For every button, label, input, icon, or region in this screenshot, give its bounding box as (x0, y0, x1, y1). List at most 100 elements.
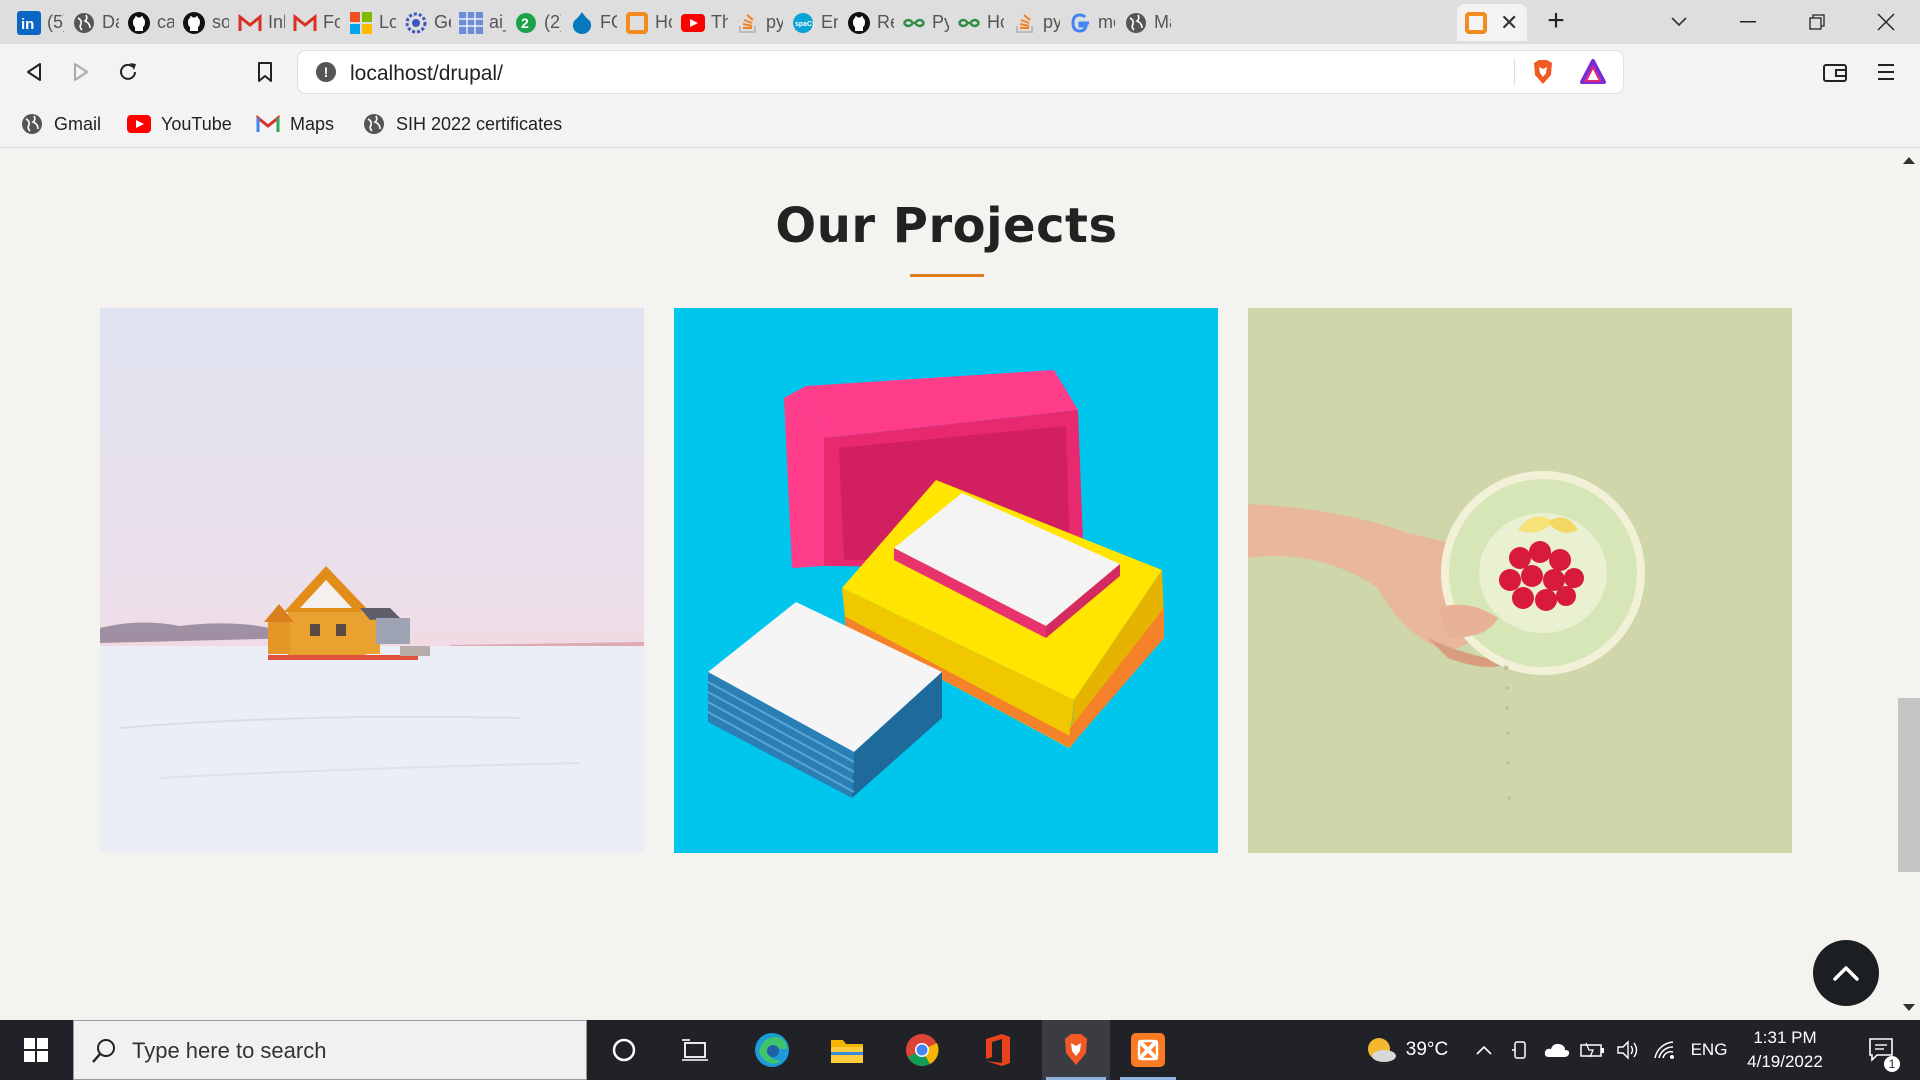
close-window-icon[interactable] (1866, 6, 1906, 38)
tab-9[interactable]: ai_ (452, 4, 506, 41)
taskbar-xampp[interactable] (1116, 1020, 1180, 1080)
tab-1[interactable]: in (5) (10, 4, 64, 41)
cortana-button[interactable] (594, 1020, 654, 1080)
taskbar-edge[interactable] (742, 1020, 802, 1080)
tab-4[interactable]: so (175, 4, 229, 41)
tab-3[interactable]: ca (120, 4, 174, 41)
globe-icon (362, 112, 386, 136)
reload-button[interactable] (112, 56, 144, 88)
tab-strip: in(5)DacasoInbFoLoGeai_2(2)FOHoThpyspaCy… (0, 0, 1920, 44)
page-scrollbar[interactable] (1898, 149, 1920, 1020)
system-clock[interactable]: 1:31 PM 4/19/2022 (1730, 1026, 1840, 1074)
address-bar[interactable]: ! localhost/drupal/ (298, 51, 1623, 93)
tab-title: (5) (47, 12, 64, 32)
start-button[interactable] (0, 1020, 72, 1080)
tab-8[interactable]: Ge (397, 4, 451, 41)
forward-button[interactable] (65, 56, 97, 88)
tray-device-icon[interactable] (1506, 1020, 1534, 1080)
volume-icon (1617, 1040, 1638, 1060)
project-card-1[interactable] (100, 308, 644, 853)
notification-center[interactable]: 1 (1856, 1020, 1910, 1080)
tab-18[interactable]: Ho (950, 4, 1004, 41)
bookmark-youtube[interactable]: YouTube (127, 111, 232, 137)
tab-title: FO (600, 12, 617, 32)
github-icon (182, 11, 206, 35)
orange-house-in-snow-image (100, 308, 644, 853)
svg-text:2: 2 (521, 15, 529, 31)
linkedin-icon: in (17, 10, 41, 35)
scroll-down-arrow[interactable] (1903, 1004, 1915, 1011)
taskbar-office[interactable] (967, 1020, 1027, 1080)
tab-5[interactable]: Inb (231, 4, 285, 41)
tray-wifi[interactable] (1650, 1020, 1680, 1080)
input-language[interactable]: ENG (1686, 1020, 1732, 1080)
menu-icon[interactable] (1870, 56, 1902, 88)
bookmarks-bar: Gmail YouTube Maps SIH 2022 certificates (0, 100, 1920, 148)
taskbar-brave[interactable] (1042, 1020, 1110, 1080)
tab-title: Ma (1154, 12, 1171, 32)
scrollbar-thumb[interactable] (1898, 698, 1920, 872)
tab-17[interactable]: Py (895, 4, 949, 41)
restore-icon[interactable] (1797, 6, 1837, 38)
brave-shields-icon[interactable] (1530, 59, 1556, 85)
divider (1514, 59, 1515, 85)
tray-volume[interactable] (1613, 1020, 1643, 1080)
tab-21[interactable]: Ma (1117, 4, 1171, 41)
wallet-icon[interactable] (1819, 56, 1851, 88)
tab-title: Py (932, 12, 949, 32)
tray-battery[interactable] (1578, 1020, 1608, 1080)
bookmark-label: Gmail (54, 113, 102, 134)
scroll-up-arrow[interactable] (1903, 157, 1915, 164)
weather-temp: 39°C (1405, 1039, 1449, 1060)
tab-11[interactable]: FO (563, 4, 617, 41)
xampp-icon (1131, 1033, 1165, 1067)
bookmark-page-button[interactable] (249, 56, 281, 88)
google-icon (1068, 11, 1092, 35)
colorful-boxes-and-cards-image (674, 308, 1218, 853)
tab-14[interactable]: py (729, 4, 783, 41)
tab-10[interactable]: 2 (2) (507, 4, 561, 41)
taskbar-chrome[interactable] (892, 1020, 952, 1080)
gmail-icon (238, 11, 262, 35)
project-card-3[interactable] (1248, 308, 1792, 853)
task-view-button[interactable] (665, 1020, 725, 1080)
tab-title: Th (711, 12, 728, 32)
tray-onedrive[interactable] (1541, 1020, 1573, 1080)
weather-widget[interactable]: 39°C (1356, 1020, 1456, 1080)
office-icon (986, 1034, 1010, 1066)
tab-search-icon[interactable] (1659, 6, 1699, 38)
tab-19[interactable]: py (1006, 4, 1060, 41)
battery-icon (1580, 1042, 1604, 1058)
brave-rewards-icon[interactable] (1580, 59, 1606, 85)
tab-6[interactable]: Fo (286, 4, 340, 41)
new-tab-button[interactable]: + (1541, 6, 1571, 37)
back-button[interactable] (18, 56, 50, 88)
tab-13[interactable]: Th (674, 4, 728, 41)
tab-title: ai_ (489, 12, 506, 32)
show-hidden-icons[interactable] (1470, 1020, 1498, 1080)
chevron-up-icon (1833, 966, 1859, 981)
tab-20[interactable]: mo (1061, 4, 1115, 41)
tab-title: Inb (268, 12, 285, 32)
project-card-2[interactable] (674, 308, 1218, 853)
tab-7[interactable]: Lo (342, 4, 396, 41)
minimize-icon[interactable] (1728, 6, 1768, 38)
tab-16[interactable]: Re (840, 4, 894, 41)
url-text[interactable]: localhost/drupal/ (350, 62, 503, 86)
back-to-top-button[interactable] (1813, 940, 1879, 1006)
bookmark-gmail[interactable]: Gmail (20, 111, 101, 137)
close-tab-icon[interactable]: ✕ (1500, 10, 1518, 36)
browser-toolbar: ! localhost/drupal/ (0, 44, 1920, 100)
bookmark-sih-certificates[interactable]: SIH 2022 certificates (362, 111, 562, 137)
device-icon (1512, 1041, 1526, 1059)
tab-15[interactable]: spaCy En (784, 4, 838, 41)
tab-2[interactable]: Da (65, 4, 119, 41)
taskbar-file-explorer[interactable] (817, 1020, 877, 1080)
site-info-icon[interactable]: ! (316, 62, 336, 82)
tab-active[interactable]: ✕ (1457, 4, 1527, 41)
bookmark-maps[interactable]: Maps (256, 111, 334, 137)
taskbar-search-box[interactable]: Type here to search (73, 1020, 587, 1080)
tab-12[interactable]: Ho (618, 4, 672, 41)
github-icon (847, 11, 871, 35)
tab-title: ca (157, 12, 174, 32)
